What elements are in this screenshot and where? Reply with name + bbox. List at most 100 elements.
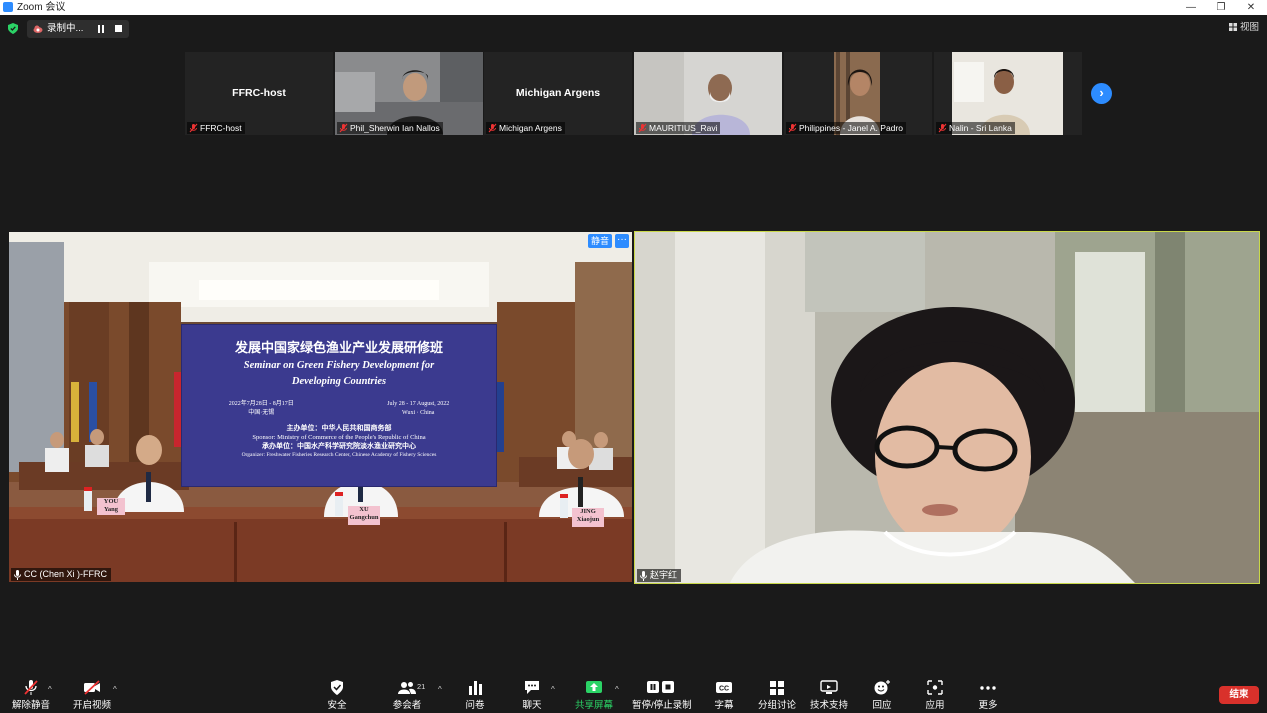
muted-mic-icon [339, 123, 348, 133]
participant-namebar: Phil_Sherwin Ian Nallos [337, 122, 443, 134]
apps-label: 应用 [925, 700, 945, 711]
participant-name: Phil_Sherwin Ian Nallos [350, 123, 440, 133]
view-button[interactable]: 视图 [1228, 21, 1259, 34]
chat-button[interactable]: 聊天 [517, 680, 547, 712]
mute-participant-button[interactable]: 静音 [587, 234, 612, 248]
participant-name: Philippines - Janel A. Padro [799, 123, 903, 133]
participant-name: 赵宇红 [650, 570, 678, 580]
security-shield-icon[interactable] [8, 23, 18, 34]
desk-label-line2: Xiaojun [576, 516, 600, 523]
start-video-label: 开启视频 [72, 700, 111, 711]
participant-thumbnail[interactable]: Michigan Argens Michigan Argens [484, 52, 632, 135]
desk-name-card: XU Gangchun [348, 506, 380, 525]
apps-button[interactable]: 应用 [920, 680, 950, 712]
chat-options-caret[interactable]: ^ [551, 685, 555, 694]
participant-name: CC (Chen Xi )-FFRC [24, 569, 108, 579]
meeting-topbar: 录制中... 视图 [0, 15, 1267, 43]
banner-date-en: July 28 - 17 August, 2022 [387, 401, 450, 407]
participant-name: MAURITIUS_Ravi [649, 123, 718, 133]
more-options-button[interactable]: ··· [615, 234, 629, 248]
banner-organizer-cn: 承办单位：中国水产科学研究院淡水渔业研究中心 [262, 442, 416, 450]
reactions-label: 回应 [872, 700, 892, 711]
main-video-right[interactable]: 赵宇红 [634, 231, 1260, 584]
remote-support-button[interactable]: 技术支持 [809, 680, 849, 712]
participant-namebar: 赵宇红 [637, 569, 682, 582]
cc-icon: CC [716, 682, 732, 693]
zoom-logo-icon [3, 2, 13, 12]
banner-sponsor-en: Sponsor: Ministry of Commerce of the Peo… [252, 434, 426, 441]
polls-button[interactable]: 问卷 [460, 680, 490, 712]
start-video-button[interactable]: 开启视频 [70, 680, 114, 712]
end-meeting-button[interactable]: 结束 [1219, 686, 1259, 704]
apps-icon [927, 680, 943, 695]
mic-icon [640, 571, 647, 581]
participants-label: 参会者 [392, 700, 422, 711]
poll-icon [469, 681, 482, 695]
share-options-caret[interactable]: ^ [615, 685, 619, 694]
close-button[interactable]: ✕ [1236, 0, 1266, 15]
share-screen-button[interactable]: 共享屏幕 [574, 680, 614, 712]
desk-label-line1: JING [580, 508, 596, 515]
breakout-rooms-button[interactable]: 分组讨论 [757, 680, 797, 712]
more-label: 更多 [978, 700, 998, 711]
muted-mic-icon [189, 123, 198, 133]
share-screen-icon [586, 681, 602, 693]
banner-sponsor-cn: 主办单位：中华人民共和国商务部 [286, 424, 392, 432]
stop-recording-icon[interactable] [115, 25, 122, 32]
participant-namebar: Michigan Argens [486, 122, 565, 134]
captions-button[interactable]: CC 字幕 [710, 680, 738, 712]
participants-icon [398, 682, 416, 694]
banner-place-cn: 中国·无锡 [248, 410, 275, 416]
main-video-left[interactable]: 发展中国家绿色渔业产业发展研修班 Seminar on Green Fisher… [9, 232, 632, 582]
participant-namebar: FFRC-host [187, 122, 245, 134]
muted-mic-icon [488, 123, 497, 133]
next-page-button[interactable]: › [1091, 83, 1112, 104]
remote-support-icon [820, 680, 838, 694]
banner-dates: 2022年7月28日 - 8月17日 中国·无锡 July 28 - 17 Au… [182, 400, 496, 418]
more-icon [980, 686, 996, 690]
polls-label: 问卷 [465, 700, 485, 711]
desk-label-line2: Yang [103, 506, 119, 513]
pause-recording-icon[interactable] [97, 25, 105, 33]
participant-thumbnail[interactable]: Philippines - Janel A. Padro [784, 52, 932, 135]
window-titlebar: Zoom 会议 — ❐ ✕ [0, 0, 1267, 15]
desk-name-card: JING Xiaojun [572, 508, 604, 527]
participant-thumbnail[interactable]: Phil_Sherwin Ian Nallos [335, 52, 483, 135]
svg-text:CC: CC [719, 686, 729, 693]
chat-label: 聊天 [522, 700, 542, 711]
restore-button[interactable]: ❐ [1206, 0, 1236, 15]
security-button[interactable]: 安全 [322, 680, 352, 712]
audio-options-caret[interactable]: ^ [48, 685, 52, 694]
banner-title-cn: 发展中国家绿色渔业产业发展研修班 [234, 341, 443, 356]
participant-thumbnail[interactable]: MAURITIUS_Ravi [634, 52, 782, 135]
muted-mic-icon [938, 123, 947, 133]
muted-mic-icon [788, 123, 797, 133]
remote-support-label: 技术支持 [809, 700, 848, 711]
share-screen-label: 共享屏幕 [574, 700, 613, 711]
banner-title-en-2: Developing Countries [291, 376, 387, 387]
pause-stop-recording-button[interactable]: 暂停/停止录制 [632, 680, 692, 712]
banner-place-en: Wuxi · China [402, 410, 435, 416]
muted-mic-icon [638, 123, 647, 133]
seminar-banner: 发展中国家绿色渔业产业发展研修班 Seminar on Green Fisher… [181, 324, 497, 487]
participants-options-caret[interactable]: ^ [438, 685, 442, 694]
participant-thumbnail[interactable]: FFRC-host FFRC-host [185, 52, 333, 135]
reaction-icon [874, 680, 890, 695]
more-button[interactable]: 更多 [974, 680, 1002, 712]
mic-icon [14, 570, 21, 580]
reactions-button[interactable]: 回应 [866, 680, 898, 712]
participant-namebar: Nalin - Sri Lanka [936, 122, 1015, 134]
captions-label: 字幕 [714, 700, 734, 711]
cloud-record-icon [33, 25, 43, 33]
desk-name-card: YOU Yang [97, 498, 125, 515]
video-options-caret[interactable]: ^ [113, 685, 117, 694]
minimize-button[interactable]: — [1176, 0, 1206, 15]
chat-icon [525, 681, 539, 694]
participant-center-name: Michigan Argens [515, 87, 601, 99]
participant-count: 21 [417, 682, 426, 691]
participant-thumbnail[interactable]: Nalin - Sri Lanka [934, 52, 1082, 135]
pause-stop-recording-label: 暂停/停止录制 [632, 700, 692, 711]
participant-center-name: FFRC-host [232, 87, 286, 99]
breakout-rooms-label: 分组讨论 [757, 700, 796, 711]
banner-title-en-1: Seminar on Green Fishery Development for [243, 360, 435, 371]
